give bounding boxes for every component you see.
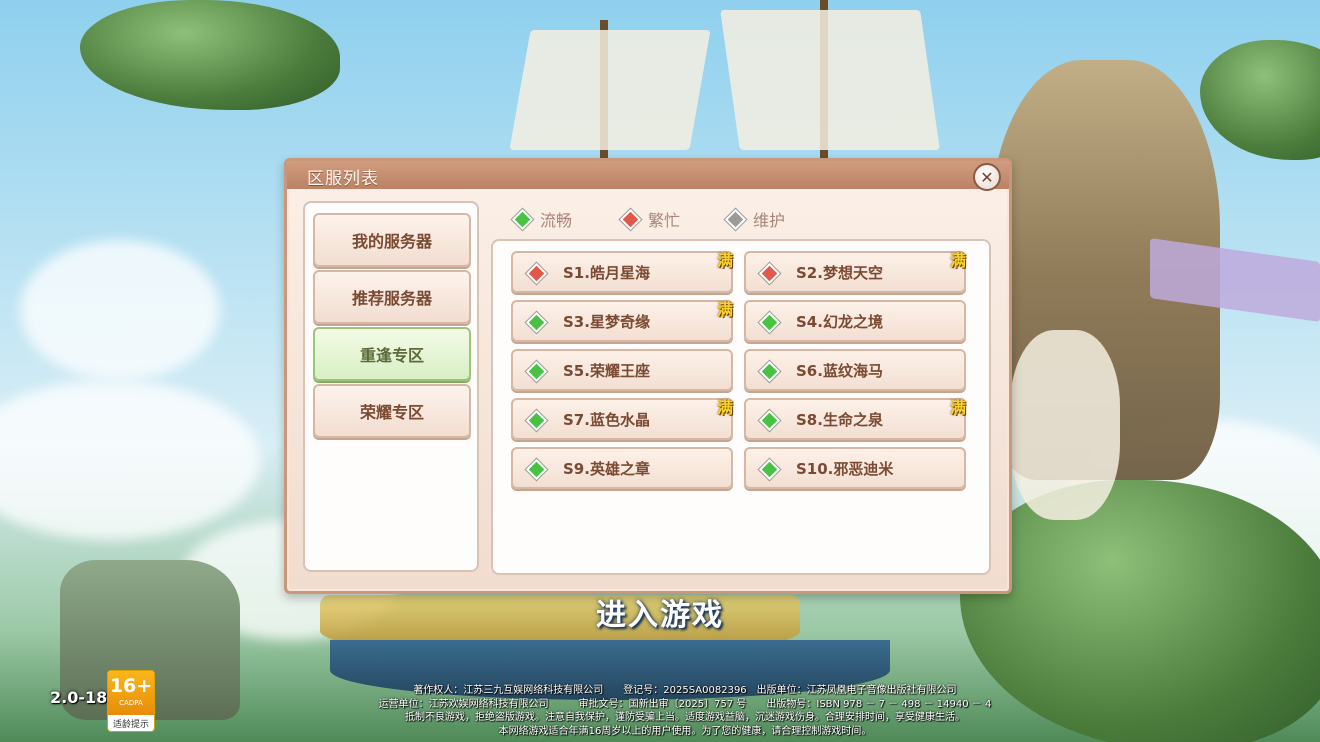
footer-line: 著作权人：江苏三九互娱网络科技有限公司 登记号：2025SA0082396 出版… xyxy=(413,685,957,696)
server-item-s1[interactable]: S1.皓月星海 满 xyxy=(511,251,733,293)
server-name: S5.荣耀王座 xyxy=(563,362,650,380)
server-item-s9[interactable]: S9.英雄之章 xyxy=(511,447,733,489)
tab-my-servers[interactable]: 我的服务器 xyxy=(313,213,471,267)
close-button[interactable]: ✕ xyxy=(973,163,1001,191)
green-gem-icon xyxy=(758,360,781,383)
server-item-s6[interactable]: S6.蓝纹海马 xyxy=(744,349,966,391)
server-name: S1.皓月星海 xyxy=(563,264,650,282)
server-item-s2[interactable]: S2.梦想天空 满 xyxy=(744,251,966,293)
tab-reunion-zone[interactable]: 重逢专区 xyxy=(313,327,471,381)
server-item-s8[interactable]: S8.生命之泉 满 xyxy=(744,398,966,440)
island-right xyxy=(1200,40,1320,160)
server-name: S10.邪恶迪米 xyxy=(796,460,894,478)
tab-label: 推荐服务器 xyxy=(351,289,432,308)
cloud xyxy=(0,380,260,540)
red-gem-icon xyxy=(525,262,548,285)
green-gem-icon xyxy=(525,311,548,334)
airship-sail xyxy=(720,10,940,150)
server-item-s10[interactable]: S10.邪恶迪米 xyxy=(744,447,966,489)
server-name: S6.蓝纹海马 xyxy=(796,362,883,380)
footer-line: 抵制不良游戏，拒绝盗版游戏。注意自我保护，谨防受骗上当。适度游戏益脑，沉迷游戏伤… xyxy=(405,712,965,723)
full-badge: 满 xyxy=(716,300,733,319)
cloud xyxy=(20,240,220,380)
green-gem-icon xyxy=(758,409,781,432)
red-gem-icon xyxy=(758,262,781,285)
server-item-s4[interactable]: S4.幻龙之境 xyxy=(744,300,966,342)
legend-busy: 繁忙 xyxy=(619,207,681,231)
legend-label: 维护 xyxy=(753,211,786,230)
close-icon: ✕ xyxy=(980,167,994,187)
full-badge: 满 xyxy=(716,398,733,417)
age-rating-tip: 适龄提示 xyxy=(112,720,149,730)
server-item-s5[interactable]: S5.荣耀王座 xyxy=(511,349,733,391)
legend-smooth: 流畅 xyxy=(511,207,573,231)
island-top xyxy=(80,0,340,110)
grey-gem-icon xyxy=(724,208,747,230)
green-gem-icon xyxy=(525,409,548,432)
red-gem-icon xyxy=(619,208,642,230)
server-name: S2.梦想天空 xyxy=(796,264,883,282)
server-name: S7.蓝色水晶 xyxy=(563,411,650,429)
tab-glory-zone[interactable]: 荣耀专区 xyxy=(313,384,471,438)
enter-game-button[interactable]: 进入游戏 xyxy=(560,590,760,634)
age-rating-org: CADPA xyxy=(119,699,143,707)
green-gem-icon xyxy=(525,360,548,383)
dialog-title: 区服列表 xyxy=(307,169,379,189)
server-list-dialog: 区服列表 ✕ 我的服务器 推荐服务器 重逢专区 荣耀专区 流畅 繁忙 维护 S1… xyxy=(284,158,1012,594)
tab-label: 重逢专区 xyxy=(359,346,424,365)
tab-recommended-servers[interactable]: 推荐服务器 xyxy=(313,270,471,324)
server-name: S8.生命之泉 xyxy=(796,411,883,429)
dialog-title-bar: 区服列表 xyxy=(287,161,1009,189)
footer-line: 本网络游戏适合年满16周岁以上的用户使用。为了您的健康，请合理控制游戏时间。 xyxy=(498,725,872,737)
version-label: 2.0-18 xyxy=(50,688,108,707)
legend-maintenance: 维护 xyxy=(724,207,786,231)
green-gem-icon xyxy=(758,458,781,481)
tab-label: 荣耀专区 xyxy=(359,403,424,422)
age-rating-number: 16+ xyxy=(109,675,153,697)
green-gem-icon xyxy=(525,458,548,481)
legend-label: 流畅 xyxy=(540,211,573,230)
server-name: S3.星梦奇缘 xyxy=(563,313,650,331)
full-badge: 满 xyxy=(716,251,733,270)
legal-footer: 著作权人：江苏三九互娱网络科技有限公司 登记号：2025SA0082396 出版… xyxy=(340,684,1030,738)
airship-fin xyxy=(1010,330,1120,520)
green-gem-icon xyxy=(511,208,534,230)
legend-label: 繁忙 xyxy=(648,211,681,230)
server-name: S4.幻龙之境 xyxy=(796,313,883,331)
age-rating-top: 16+ CADPA xyxy=(108,671,154,715)
airship-sail xyxy=(509,30,711,150)
footer-line: 运营单位：江苏欢娱网络科技有限公司 审批文号：国新出审〔2025〕757 号 出… xyxy=(378,698,992,710)
full-badge: 满 xyxy=(949,398,966,417)
full-badge: 满 xyxy=(949,251,966,270)
age-rating-badge[interactable]: 16+ CADPA 适龄提示 xyxy=(107,670,155,732)
server-item-s7[interactable]: S7.蓝色水晶 满 xyxy=(511,398,733,440)
green-gem-icon xyxy=(758,311,781,334)
server-name: S9.英雄之章 xyxy=(563,460,650,478)
server-item-s3[interactable]: S3.星梦奇缘 满 xyxy=(511,300,733,342)
tab-label: 我的服务器 xyxy=(351,232,432,251)
server-category-panel: 我的服务器 推荐服务器 重逢专区 荣耀专区 xyxy=(303,201,479,572)
server-list-panel: S1.皓月星海 满 S2.梦想天空 满 S3.星梦奇缘 满 S4.幻龙之境 S5… xyxy=(491,239,991,575)
